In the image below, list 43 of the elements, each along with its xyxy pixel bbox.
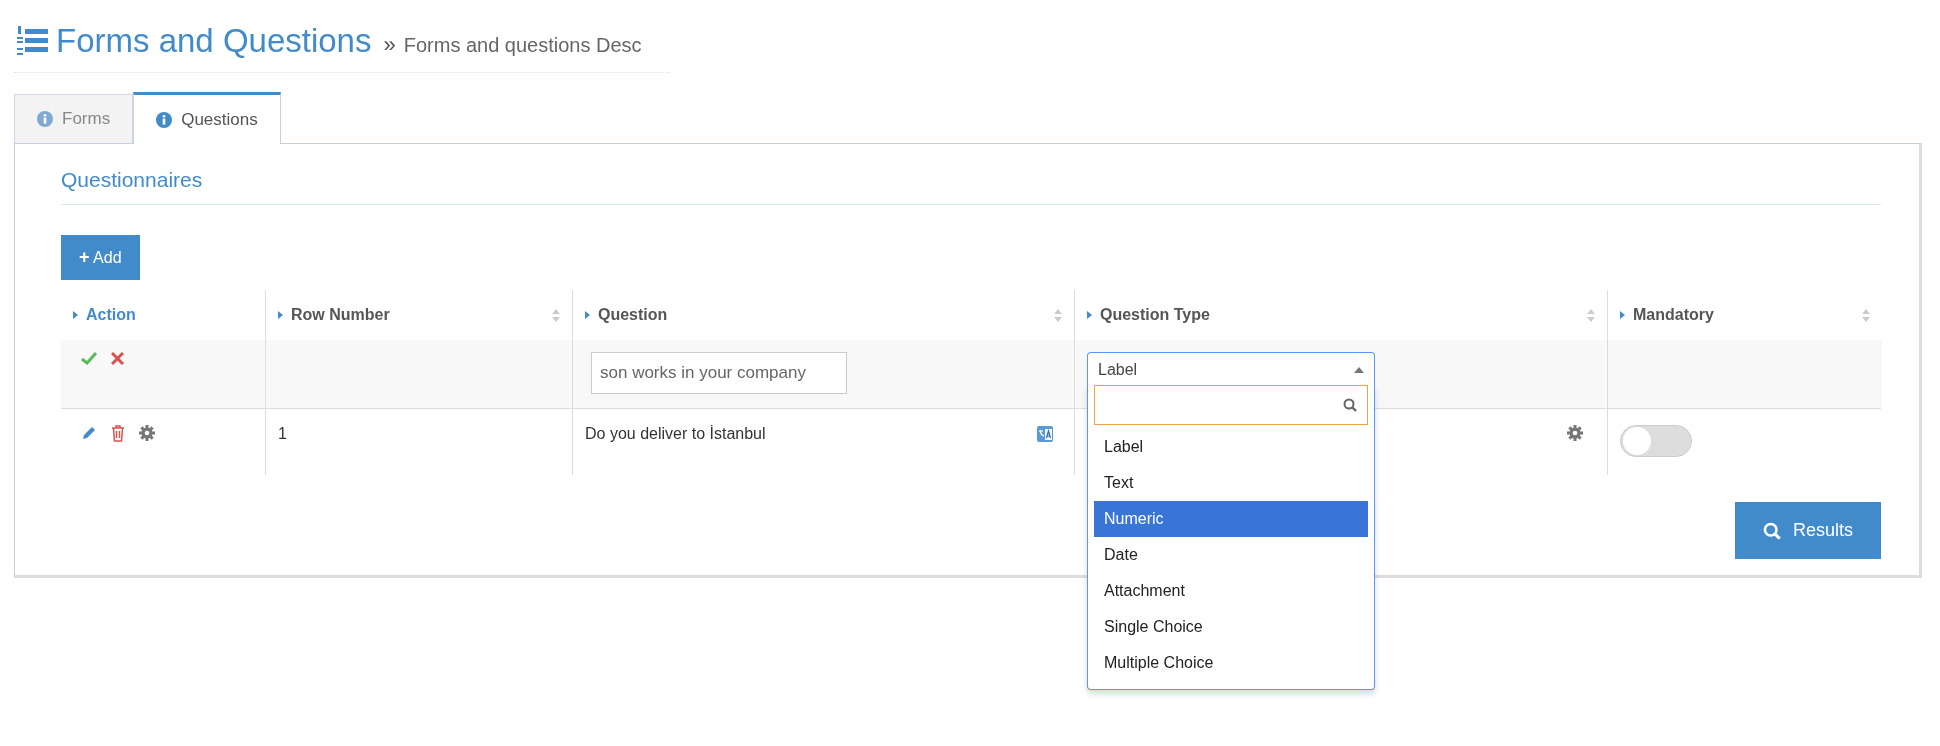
caret-icon — [1354, 366, 1364, 373]
translate-icon[interactable] — [1036, 425, 1054, 443]
sort-icon — [1054, 308, 1062, 322]
table-cell: Do you deliver to İstanbul — [585, 425, 766, 443]
search-field[interactable] — [1094, 385, 1368, 425]
search-icon — [1343, 398, 1357, 412]
sort-icon — [552, 308, 560, 322]
dropdown-option[interactable]: Label — [1094, 429, 1368, 465]
results-button[interactable]: Results — [1734, 502, 1881, 559]
question-type-select[interactable]: Label — [1087, 352, 1375, 386]
info-icon — [156, 111, 173, 128]
search-icon — [1762, 521, 1781, 540]
dropdown-option[interactable]: Multiple Choice — [1094, 645, 1368, 681]
dropdown-option[interactable]: Date — [1094, 537, 1368, 573]
pencil-icon[interactable] — [81, 425, 97, 441]
breadcrumb-separator: » — [383, 32, 396, 58]
dropdown-option[interactable]: Text — [1094, 465, 1368, 501]
check-icon[interactable] — [81, 352, 97, 365]
numbered-list-icon — [16, 26, 48, 56]
add-button[interactable]: + Add — [61, 235, 140, 280]
close-icon[interactable] — [111, 352, 124, 365]
toggle-switch[interactable] — [1620, 425, 1692, 457]
tab[interactable]: Questions — [133, 92, 281, 144]
trash-icon[interactable] — [111, 425, 125, 442]
caret-icon — [1620, 311, 1625, 319]
caret-icon — [73, 311, 78, 319]
section-title: Questionnaires — [61, 160, 1881, 205]
page-subtitle: Forms and questions Desc — [403, 34, 642, 57]
table-cell: 1 — [278, 425, 287, 443]
dropdown-option[interactable]: Numeric — [1094, 501, 1368, 537]
caret-icon — [1087, 311, 1092, 319]
question-input[interactable]: son works in your company — [591, 352, 847, 394]
caret-icon — [585, 311, 590, 319]
sort-icon — [1587, 308, 1595, 322]
caret-icon — [278, 311, 283, 319]
info-icon — [37, 111, 53, 127]
dropdown-option[interactable]: Single Choice — [1094, 609, 1368, 645]
dropdown-option[interactable]: Attachment — [1094, 573, 1368, 609]
gear-icon[interactable] — [139, 425, 155, 441]
page-title: Forms and Questions — [56, 22, 372, 60]
column-header[interactable]: Action — [61, 290, 265, 340]
gear-icon[interactable] — [1567, 425, 1583, 441]
sort-icon — [1862, 308, 1870, 322]
